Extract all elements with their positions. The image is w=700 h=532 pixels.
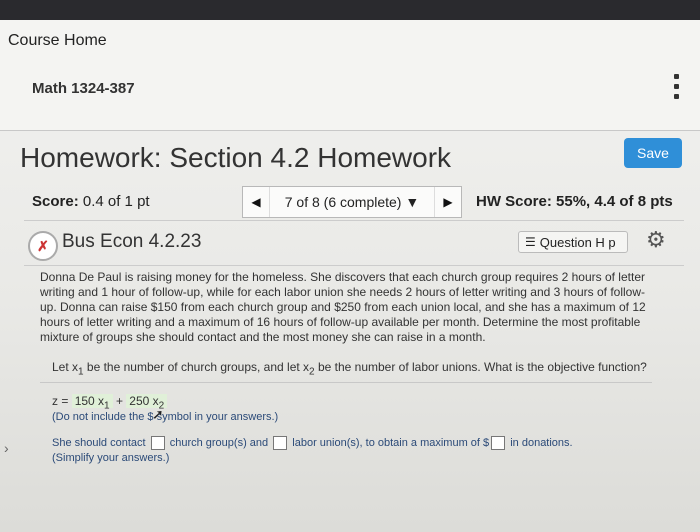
fill-text: She should contact [52,436,146,449]
top-bar: Course Home [0,20,700,61]
plus-sign: + [112,394,127,408]
course-bar: Math 1324-387 [0,60,700,131]
question-help-label: Question H p [539,234,616,250]
gear-icon[interactable]: ⚙ [646,227,666,253]
chevron-right-icon[interactable]: › [4,440,9,456]
divider [40,382,652,383]
score-value: 0.4 of 1 pt [82,193,150,210]
more-menu-icon[interactable] [674,74,680,99]
score-label: Score: [32,193,79,210]
fill-text: labor union(s), to obtain a maximum of $ [292,436,490,449]
list-icon: ☰ [525,235,536,249]
question-navigator: ◀ 7 of 8 (6 complete) ▼ ▶ [242,186,462,218]
final-answer-row: She should contact church group(s) and l… [52,436,573,450]
z-label: z = [52,394,69,408]
chevron-down-icon: ▼ [405,194,420,210]
hw-score-label: HW Score: [476,193,552,210]
church-groups-input[interactable] [150,436,165,450]
answer-note: (Do not include the $ symbol in your ans… [52,411,279,424]
question-position: 7 of 8 (6 complete) [284,194,402,210]
prompt-part: be the number of church groups, and let … [83,360,310,374]
max-donation-input[interactable] [491,436,506,450]
fill-text: church group(s) and [169,436,269,449]
hw-score: HW Score: 55%, 4.4 of 8 pts [476,193,673,210]
question-header: ✗ Bus Econ 4.2.23 ☰ Question H p ⚙ [24,220,684,266]
question-help-button[interactable]: ☰ Question H p [518,231,628,253]
fill-text: in donations. [510,436,573,449]
simplify-note: (Simplify your answers.) [52,452,170,464]
objective-answer: z = 150 x1 + 250 x2 (Do not include the … [52,394,278,423]
next-question-button[interactable]: ▶ [435,195,461,209]
hw-score-value: 55%, 4.4 of 8 pts [556,193,673,210]
score-row: Score: 0.4 of 1 pt ◀ 7 of 8 (6 complete)… [0,170,700,220]
course-id: Math 1324-387 [32,80,135,97]
question-name: Bus Econ 4.2.23 [62,231,202,252]
incorrect-status-icon: ✗ [28,231,58,261]
prompt-part: Let x [52,360,79,374]
previous-question-button[interactable]: ◀ [243,195,269,209]
question-score: Score: 0.4 of 1 pt [32,193,150,210]
mouse-cursor-icon: ➚ [152,406,164,422]
save-button[interactable]: Save [624,138,682,168]
labor-unions-input[interactable] [273,436,288,450]
problem-text: Donna De Paul is raising money for the h… [40,270,646,344]
prompt-part: be the number of labor unions. What is t… [314,360,647,374]
question-prompt: Let x1 be the number of church groups, a… [52,360,652,377]
coefficient-1-input[interactable]: 150 x1 [71,394,113,411]
screen: Course Home Math 1324-387 Homework: Sect… [0,20,700,532]
question-select[interactable]: 7 of 8 (6 complete) ▼ [269,187,435,217]
course-home-link[interactable]: Course Home [8,32,107,50]
